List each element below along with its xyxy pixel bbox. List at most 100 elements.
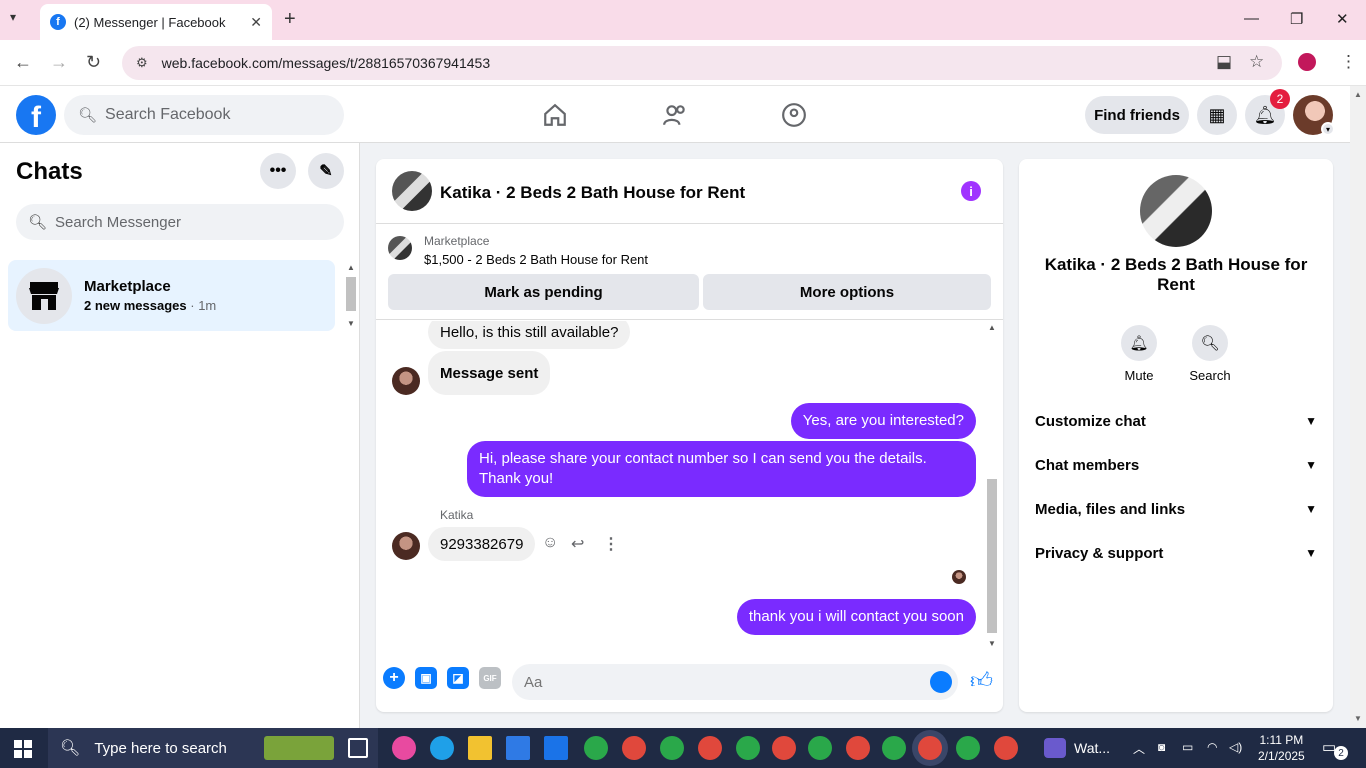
sticker-icon[interactable]: ◪ [447,667,469,689]
task-view-icon[interactable] [348,738,368,758]
install-app-icon[interactable]: ⬓ [1216,52,1232,72]
back-icon[interactable]: ← [14,52,32,73]
scroll-down-icon[interactable]: ▼ [988,639,996,648]
chrome-icon[interactable] [808,736,832,760]
video-app-icon[interactable] [1044,738,1066,758]
listing-thumbnail[interactable] [388,236,412,260]
sender-avatar[interactable] [392,532,420,560]
close-tab-icon[interactable]: ✕ [250,14,262,31]
browser-profile-icon[interactable] [1298,53,1316,71]
new-tab-icon[interactable]: + [284,8,296,31]
scroll-down-icon[interactable]: ▼ [347,319,355,328]
browser-menu-icon[interactable]: ⋮ [1340,52,1357,72]
books-widget-icon[interactable] [264,736,334,760]
conversation-title[interactable]: Katika · 2 Beds 2 Bath House for Rent [440,183,745,203]
chevron-up-icon[interactable]: ︿ [1133,740,1145,757]
chrome-icon[interactable] [660,736,684,760]
chrome-icon[interactable] [772,736,796,760]
gif-icon[interactable]: GIF [479,667,501,689]
chevron-down-icon: ▼ [1305,414,1317,428]
chrome-icon[interactable] [994,736,1018,760]
chrome-icon[interactable] [622,736,646,760]
more-options-button[interactable]: More options [703,274,991,310]
react-icon[interactable]: ☺ [542,534,558,552]
volume-icon[interactable]: ◁) [1229,740,1242,754]
incoming-message[interactable]: 9293382679 [428,527,536,561]
taskbar-app-label[interactable]: Wat... [1074,740,1110,756]
close-window-icon[interactable]: ✕ [1336,10,1349,28]
mute-button[interactable]: 🔔︎ Mute [1109,325,1169,383]
browser-tab[interactable]: f (2) Messenger | Facebook ✕ [40,4,272,40]
find-friends-button[interactable]: Find friends [1085,96,1189,134]
customize-chat-row[interactable]: Customize chat ▼ [1035,409,1317,433]
outgoing-message[interactable]: Yes, are you interested? [790,403,976,439]
chevron-down-icon[interactable]: ▾ [1321,122,1335,136]
chat-members-row[interactable]: Chat members ▼ [1035,453,1317,477]
listing-avatar[interactable] [1140,175,1212,247]
conversation-scrollbar[interactable]: ▲ ▼ [985,321,999,653]
wifi-icon[interactable]: ◠ [1207,740,1217,754]
windows-start-icon[interactable] [14,740,32,758]
scroll-up-icon[interactable]: ▲ [347,263,355,272]
copilot-icon[interactable] [392,736,416,760]
search-icon: 🔍︎ [28,214,48,231]
conversation-avatar[interactable] [392,171,432,211]
chrome-icon[interactable] [736,736,760,760]
message-input[interactable] [512,664,958,700]
new-message-icon[interactable]: ✎ [308,153,344,189]
store-icon[interactable] [506,736,530,760]
scroll-down-icon[interactable]: ▼ [1354,714,1362,723]
mark-pending-button[interactable]: Mark as pending [388,274,699,310]
more-actions-plus-icon[interactable]: + [383,667,405,689]
outgoing-message[interactable]: Hi, please share your contact number so … [467,441,976,497]
chrome-icon[interactable] [956,736,980,760]
reply-icon[interactable]: ↩ [571,534,584,554]
groups-icon[interactable] [781,102,807,128]
home-icon[interactable] [542,102,568,128]
edge-icon[interactable] [430,736,454,760]
emoji-icon[interactable] [930,671,952,693]
menu-grid-icon[interactable]: ▦ [1197,95,1237,135]
chrome-icon[interactable] [846,736,870,760]
tab-search-icon[interactable]: ▾ [10,10,16,24]
messenger-search[interactable]: 🔍︎ Search Messenger [16,204,344,240]
thumbs-up-icon[interactable]: 👍︎ [970,667,993,694]
incoming-message[interactable]: Hello, is this still available? [428,321,631,349]
chat-list-item[interactable]: Marketplace 2 new messages · 1m [8,260,335,331]
forward-icon[interactable]: → [50,52,68,73]
chrome-active-icon[interactable] [918,736,942,760]
reload-icon[interactable]: ↻ [86,52,101,73]
chrome-icon[interactable] [698,736,722,760]
address-bar[interactable]: ⚙ web.facebook.com/messages/t/2881657036… [122,46,1282,80]
chevron-down-icon: ▼ [1305,458,1317,472]
info-icon[interactable]: i [961,181,981,201]
privacy-support-row[interactable]: Privacy & support ▼ [1035,541,1317,565]
camera-icon[interactable]: ◙ [1158,740,1165,754]
battery-icon[interactable]: ▭ [1182,740,1193,754]
restore-icon[interactable]: ❐ [1290,10,1303,28]
friends-icon[interactable] [662,102,688,128]
search-conversation-button[interactable]: 🔍︎ Search [1180,325,1240,383]
attach-image-icon[interactable]: ▣ [415,667,437,689]
minimize-icon[interactable]: — [1244,10,1259,27]
scroll-up-icon[interactable]: ▲ [1354,90,1362,99]
chrome-icon[interactable] [882,736,906,760]
incoming-message[interactable]: Message sent [428,351,551,395]
taskbar-clock[interactable]: 1:11 PM 2/1/2025 [1258,732,1305,764]
bookmark-star-icon[interactable]: ☆ [1249,52,1264,72]
chats-options-icon[interactable]: ••• [260,153,296,189]
media-files-row[interactable]: Media, files and links ▼ [1035,497,1317,521]
chrome-icon[interactable] [584,736,608,760]
page-scrollbar[interactable]: ▲ ▼ [1350,86,1366,728]
mail-icon[interactable] [544,736,568,760]
file-explorer-icon[interactable] [468,736,492,760]
more-actions-icon[interactable]: ⋮ [603,534,619,554]
listing-title[interactable]: $1,500 - 2 Beds 2 Bath House for Rent [424,252,648,267]
sender-avatar[interactable] [392,367,420,395]
chats-scrollbar[interactable]: ▲ ▼ [344,261,358,331]
site-info-icon[interactable]: ⚙ [136,55,148,71]
outgoing-message[interactable]: thank you i will contact you soon [736,599,976,635]
scroll-up-icon[interactable]: ▲ [988,323,996,332]
facebook-logo[interactable]: f [16,95,56,135]
facebook-search[interactable]: 🔍︎ Search Facebook [64,95,344,135]
